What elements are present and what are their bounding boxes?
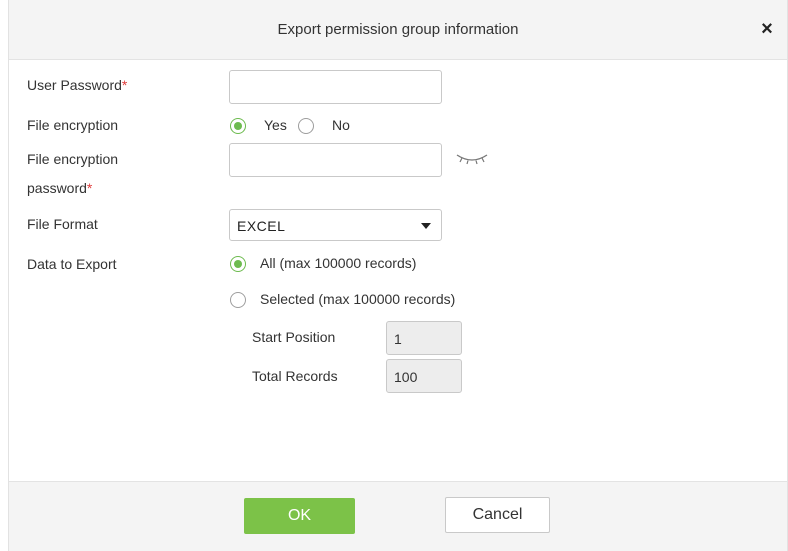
close-icon[interactable]: × bbox=[757, 19, 777, 39]
total-records-label: Total Records bbox=[252, 368, 338, 384]
dialog-footer: OK Cancel bbox=[9, 481, 787, 551]
dialog-title: Export permission group information bbox=[277, 21, 519, 38]
file-format-select[interactable]: EXCEL bbox=[229, 209, 442, 241]
required-mark: * bbox=[121, 77, 128, 93]
encryption-password-label-line1: File encryption bbox=[27, 151, 119, 167]
ok-button[interactable]: OK bbox=[244, 498, 355, 534]
export-selected-radio[interactable] bbox=[230, 292, 246, 308]
data-to-export-label: Data to Export bbox=[27, 256, 117, 272]
export-dialog: Export permission group information × Us… bbox=[8, 0, 788, 551]
caret-down-icon bbox=[421, 223, 431, 229]
total-records-value: 100 bbox=[394, 369, 418, 385]
file-encryption-label: File encryption bbox=[27, 117, 119, 133]
file-format-label: File Format bbox=[27, 216, 98, 232]
start-position-field: 1 bbox=[386, 321, 462, 355]
export-selected-label[interactable]: Selected (max 100000 records) bbox=[260, 291, 455, 307]
user-password-input[interactable] bbox=[229, 70, 442, 104]
encryption-yes-radio[interactable] bbox=[230, 118, 246, 134]
export-all-label[interactable]: All (max 100000 records) bbox=[260, 255, 416, 271]
encryption-password-label-text: password bbox=[27, 180, 87, 196]
encryption-yes-label[interactable]: Yes bbox=[264, 117, 287, 133]
file-format-value: EXCEL bbox=[237, 218, 286, 234]
encryption-password-label-line2: password* bbox=[27, 180, 92, 196]
export-all-radio[interactable] bbox=[230, 256, 246, 272]
encryption-no-radio[interactable] bbox=[298, 118, 314, 134]
start-position-label: Start Position bbox=[252, 329, 336, 345]
user-password-label-text: User Password bbox=[27, 77, 122, 93]
encryption-no-label[interactable]: No bbox=[332, 117, 350, 133]
eye-closed-icon[interactable] bbox=[454, 148, 490, 168]
dialog-titlebar: Export permission group information × bbox=[9, 0, 787, 60]
cancel-button[interactable]: Cancel bbox=[445, 497, 550, 533]
encryption-password-input[interactable] bbox=[229, 143, 442, 177]
start-position-value: 1 bbox=[394, 331, 402, 347]
required-mark: * bbox=[86, 180, 93, 196]
user-password-label: User Password* bbox=[27, 77, 127, 93]
total-records-field: 100 bbox=[386, 359, 462, 393]
